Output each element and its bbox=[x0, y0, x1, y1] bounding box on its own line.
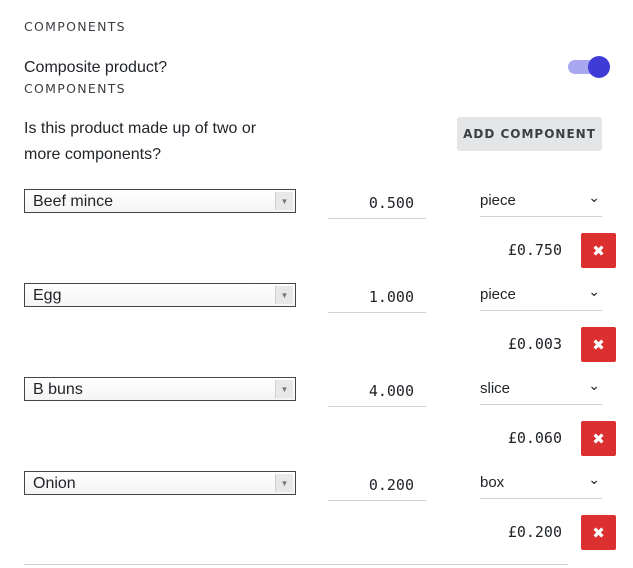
chevron-down-icon: ⌄ bbox=[588, 377, 600, 393]
component-name: Egg bbox=[33, 287, 62, 304]
question-line-2: more components? bbox=[24, 146, 161, 163]
composite-toggle[interactable] bbox=[566, 56, 610, 78]
section-title: COMPONENTS bbox=[24, 19, 126, 34]
close-x-icon: ✖ bbox=[592, 241, 605, 260]
delete-component-button[interactable]: ✖ bbox=[581, 233, 616, 268]
component-name: Onion bbox=[33, 475, 76, 492]
component-name: Beef mince bbox=[33, 193, 114, 210]
triangle-down-icon: ▼ bbox=[275, 474, 293, 492]
component-price: £0.003 bbox=[507, 335, 562, 353]
quantity-field[interactable]: 0.500 bbox=[328, 187, 426, 219]
quantity-field[interactable]: 0.200 bbox=[328, 469, 426, 501]
component-price: £0.200 bbox=[507, 523, 562, 541]
unit-value: piece bbox=[480, 192, 516, 209]
unit-value: piece bbox=[480, 286, 516, 303]
component-price: £0.060 bbox=[507, 429, 562, 447]
chevron-down-icon: ⌄ bbox=[588, 189, 600, 205]
delete-component-button[interactable]: ✖ bbox=[581, 515, 616, 550]
chevron-down-icon: ⌄ bbox=[588, 471, 600, 487]
component-select[interactable]: Beef mince ▼ bbox=[24, 189, 296, 213]
unit-select[interactable]: piece ⌄ bbox=[480, 185, 602, 217]
unit-value: slice bbox=[480, 380, 511, 397]
components-subtitle: COMPONENTS bbox=[24, 81, 126, 96]
component-select[interactable]: Onion ▼ bbox=[24, 471, 296, 495]
component-name: B buns bbox=[33, 381, 83, 398]
close-x-icon: ✖ bbox=[592, 335, 605, 354]
quantity-field[interactable]: 1.000 bbox=[328, 281, 426, 313]
chevron-down-icon: ⌄ bbox=[588, 283, 600, 299]
unit-select[interactable]: piece ⌄ bbox=[480, 279, 602, 311]
composite-question: Is this product made up of two or more c… bbox=[24, 116, 256, 168]
component-price: £0.750 bbox=[507, 241, 562, 259]
quantity-field[interactable]: 4.000 bbox=[328, 375, 426, 407]
close-x-icon: ✖ bbox=[592, 523, 605, 542]
component-select[interactable]: B buns ▼ bbox=[24, 377, 296, 401]
unit-select[interactable]: box ⌄ bbox=[480, 467, 602, 499]
unit-select[interactable]: slice ⌄ bbox=[480, 373, 602, 405]
component-select[interactable]: Egg ▼ bbox=[24, 283, 296, 307]
add-component-button[interactable]: ADD COMPONENT bbox=[457, 117, 602, 151]
delete-component-button[interactable]: ✖ bbox=[581, 327, 616, 362]
composite-label: Composite product? bbox=[24, 59, 168, 76]
question-line-1: Is this product made up of two or bbox=[24, 120, 257, 137]
divider bbox=[24, 564, 568, 565]
triangle-down-icon: ▼ bbox=[275, 192, 293, 210]
triangle-down-icon: ▼ bbox=[275, 380, 293, 398]
triangle-down-icon: ▼ bbox=[275, 286, 293, 304]
toggle-knob bbox=[588, 56, 610, 78]
unit-value: box bbox=[480, 474, 505, 491]
delete-component-button[interactable]: ✖ bbox=[581, 421, 616, 456]
close-x-icon: ✖ bbox=[592, 429, 605, 448]
